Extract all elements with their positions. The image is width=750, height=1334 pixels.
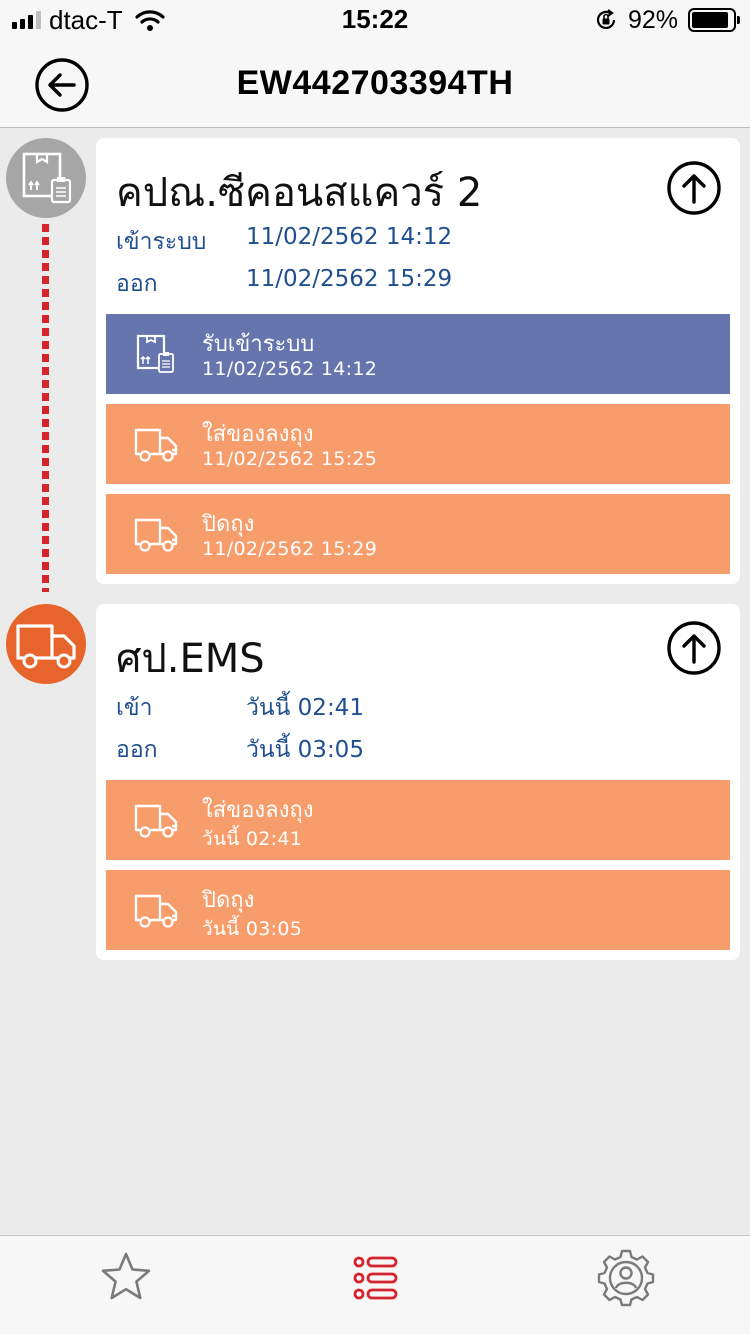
truck-icon	[134, 894, 178, 928]
event-title: รับเข้าระบบ	[202, 332, 315, 357]
checkout-value: 11/02/2562 15:29	[246, 266, 453, 292]
event-title: ปิดถุง	[202, 888, 255, 913]
checkin-label: เข้า	[116, 695, 153, 721]
truck-icon	[134, 428, 178, 462]
timeline-node-office-1	[6, 138, 86, 218]
event-row: รับเข้าระบบ 11/02/2562 14:12	[106, 314, 730, 394]
nav-bar: EW442703394TH	[0, 40, 750, 128]
checkout-label: ออก	[116, 737, 158, 763]
parcel-clipboard-icon	[22, 152, 72, 204]
event-time: วันนี้ 02:41	[202, 828, 303, 850]
timeline-node-office-2	[6, 604, 86, 684]
event-title: ปิดถุง	[202, 512, 255, 537]
list-icon[interactable]	[346, 1248, 406, 1308]
event-row: ปิดถุง 11/02/2562 15:29	[106, 494, 730, 574]
battery-icon	[688, 8, 740, 32]
event-time: วันนี้ 03:05	[202, 918, 303, 940]
office-name: คปณ.ซีคอนสแควร์ 2	[116, 170, 483, 216]
office-name: ศป.EMS	[116, 636, 265, 682]
event-time: 11/02/2562 15:29	[202, 538, 378, 560]
status-bar: dtac-T 15:22 92%	[0, 0, 750, 40]
checkin-value: วันนี้ 02:41	[246, 695, 364, 721]
event-title: ใส่ของลงถุง	[202, 422, 314, 447]
parcel-clipboard-icon	[136, 334, 174, 373]
rotation-lock-icon	[596, 9, 616, 29]
tab-bar	[0, 1235, 750, 1334]
checkout-value: วันนี้ 03:05	[246, 737, 364, 763]
page-title: EW442703394TH	[236, 64, 514, 102]
star-icon[interactable]	[96, 1248, 156, 1308]
checkin-label: เข้าระบบ	[116, 229, 207, 255]
event-row: ปิดถุง วันนี้ 03:05	[106, 870, 730, 950]
timeline-connector	[42, 224, 49, 592]
status-right: 92%	[594, 5, 740, 34]
truck-icon	[16, 624, 76, 669]
event-row: ใส่ของลงถุง วันนี้ 02:41	[106, 780, 730, 860]
battery-percent: 92%	[627, 5, 678, 34]
checkin-value: 11/02/2562 14:12	[246, 224, 453, 250]
arrow-up-circle-icon[interactable]	[666, 160, 722, 216]
settings-user-icon[interactable]	[596, 1248, 656, 1308]
event-time: 11/02/2562 14:12	[202, 358, 378, 380]
office-card: คปณ.ซีคอนสแควร์ 2 เข้าระบบ 11/02/2562 14…	[96, 138, 740, 584]
checkout-label: ออก	[116, 271, 158, 297]
event-row: ใส่ของลงถุง 11/02/2562 15:25	[106, 404, 730, 484]
truck-icon	[134, 804, 178, 838]
truck-icon	[134, 518, 178, 552]
office-card: ศป.EMS เข้า วันนี้ 02:41 ออก วันนี้ 03:0…	[96, 604, 740, 960]
event-time: 11/02/2562 15:25	[202, 448, 378, 470]
arrow-up-circle-icon[interactable]	[666, 620, 722, 676]
event-title: ใส่ของลงถุง	[202, 798, 314, 823]
